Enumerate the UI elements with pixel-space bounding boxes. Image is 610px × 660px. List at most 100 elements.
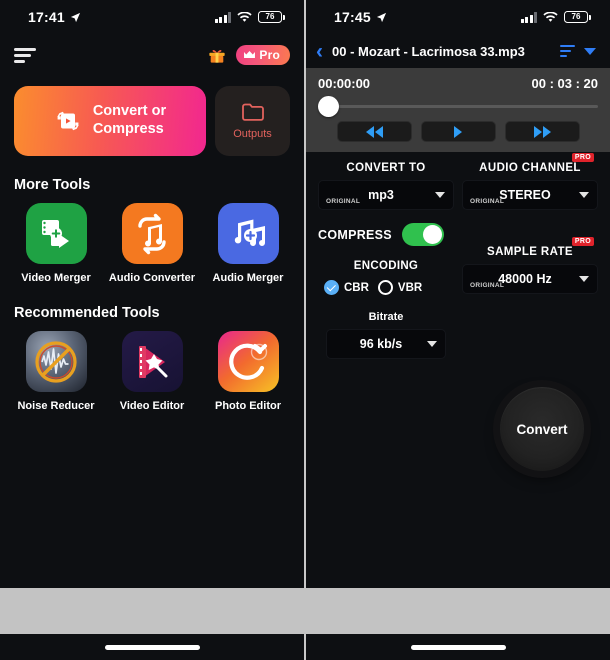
- audio-merger-tile: [217, 203, 279, 264]
- status-indicators-right: 76: [520, 11, 591, 23]
- home-indicator-right-wrap: [306, 634, 610, 660]
- encoding-option-vbr[interactable]: VBR: [377, 280, 423, 295]
- chevron-left-icon[interactable]: ‹: [316, 41, 323, 62]
- tool-audio-merger[interactable]: Audio Merger: [200, 203, 296, 284]
- pro-upgrade-button[interactable]: Pro: [236, 45, 290, 65]
- more-tools-heading: More Tools: [14, 177, 91, 193]
- photo-editor-tile: [217, 331, 279, 392]
- transport-controls: [318, 121, 598, 142]
- play-button[interactable]: [420, 121, 496, 142]
- noise-reducer-icon: [35, 340, 77, 383]
- player-times: 00:00:00 00 : 03 : 20: [318, 76, 598, 91]
- settings-right-column: AUDIO CHANNEL PRO ORIGINAL STEREO SAMPLE…: [454, 153, 598, 359]
- wifi-icon: [237, 11, 252, 22]
- file-name-label: 00 - Mozart - Lacrimosa 33.mp3: [332, 43, 525, 59]
- pro-label: Pro: [259, 48, 280, 62]
- sort-lines-icon[interactable]: [560, 44, 575, 58]
- seek-handle[interactable]: [318, 95, 339, 117]
- compress-toggle[interactable]: [401, 223, 444, 246]
- convert-or-compress-button[interactable]: Convert or Compress: [14, 86, 206, 156]
- video-merger-tile: [25, 203, 87, 264]
- status-bar-left: 17:41 76: [0, 0, 304, 34]
- pro-badge: PRO: [571, 153, 594, 162]
- bitrate-value: 96 kb/s: [359, 337, 403, 351]
- convert-to-select[interactable]: ORIGINAL mp3: [318, 180, 454, 210]
- home-indicator-left[interactable]: [104, 644, 200, 650]
- status-time-right: 17:45: [334, 9, 387, 25]
- total-time-label: 00 : 03 : 20: [531, 76, 599, 91]
- audio-channel-select[interactable]: ORIGINAL STEREO: [462, 180, 598, 210]
- noise-reducer-tile: [25, 331, 87, 392]
- encoding-vbr-label: VBR: [397, 281, 423, 294]
- home-indicator-strip: [0, 634, 610, 660]
- encoding-radio-group: CBR VBR: [318, 280, 454, 295]
- tool-label: Noise Reducer: [17, 400, 95, 412]
- battery-level-label: 76: [265, 12, 275, 21]
- conversion-settings-panel: CONVERT TO ORIGINAL mp3 COMPRESS ENCODIN…: [306, 152, 610, 359]
- hero-actions-row: Convert or Compress Outputs: [0, 76, 304, 156]
- top-nav-actions: Pro: [208, 45, 290, 65]
- cellular-signal-icon: [214, 11, 231, 23]
- tool-audio-converter[interactable]: Audio Converter: [104, 203, 200, 284]
- convert-button-label: Convert: [516, 421, 568, 437]
- outputs-button[interactable]: Outputs: [215, 86, 290, 156]
- rewind-button[interactable]: [336, 121, 412, 142]
- bitrate-select[interactable]: 96 kb/s: [326, 329, 446, 359]
- tool-label: Video Merger: [21, 272, 91, 284]
- status-time-left: 17:41: [28, 9, 81, 25]
- tool-label: Photo Editor: [215, 400, 281, 412]
- tool-video-merger[interactable]: Video Merger: [8, 203, 104, 284]
- left-phone-screen: 17:41 76 Pro Convert or Compress Outputs…: [0, 0, 304, 660]
- recommended-tools-grid: Noise Reducer Video Editor Photo Editor: [0, 331, 304, 412]
- battery-indicator-right: 76: [564, 11, 591, 23]
- chevron-down-icon[interactable]: [584, 47, 596, 55]
- sample-rate-original-badge: ORIGINAL: [470, 282, 505, 289]
- video-editor-tile: [121, 331, 183, 392]
- tool-label: Audio Converter: [108, 272, 196, 284]
- chevron-down-icon: [435, 192, 445, 198]
- radio-selected-icon: [324, 280, 339, 295]
- convert-button[interactable]: Convert: [500, 387, 584, 471]
- fast-forward-button[interactable]: [504, 121, 580, 142]
- settings-left-column: CONVERT TO ORIGINAL mp3 COMPRESS ENCODIN…: [318, 162, 454, 359]
- file-title-bar: ‹ 00 - Mozart - Lacrimosa 33.mp3: [306, 34, 610, 68]
- tool-noise-reducer[interactable]: Noise Reducer: [8, 331, 104, 412]
- bitrate-label: Bitrate: [368, 311, 404, 323]
- status-indicators-left: 76: [214, 11, 285, 23]
- encoding-cbr-label: CBR: [344, 281, 369, 294]
- folder-icon: [241, 103, 264, 121]
- chevron-down-icon: [427, 341, 437, 347]
- home-indicator-right[interactable]: [410, 644, 506, 650]
- fast-forward-icon: [533, 125, 542, 138]
- play-icon: [454, 125, 462, 138]
- outputs-label: Outputs: [233, 128, 272, 140]
- tool-video-editor[interactable]: Video Editor: [104, 331, 200, 412]
- bitrate-field: Bitrate 96 kb/s: [318, 311, 454, 359]
- battery-indicator-left: 76: [258, 11, 285, 23]
- compress-label: COMPRESS: [318, 227, 392, 242]
- tool-photo-editor[interactable]: Photo Editor: [200, 331, 296, 412]
- status-time-label: 17:41: [28, 9, 65, 25]
- convert-to-original-badge: ORIGINAL: [326, 198, 361, 205]
- hamburger-menu-icon[interactable]: [14, 44, 36, 67]
- dual-phone-screenshot: 17:41 76 Pro Convert or Compress Outputs…: [0, 0, 610, 660]
- video-merger-icon: [42, 219, 69, 248]
- audio-player: 00:00:00 00 : 03 : 20: [306, 68, 610, 152]
- audio-converter-tile: [121, 203, 183, 264]
- sample-rate-label-text: SAMPLE RATE: [487, 246, 573, 258]
- seek-track: [332, 104, 598, 108]
- audio-converter-icon: [138, 213, 166, 254]
- gift-icon[interactable]: [208, 46, 226, 64]
- rewind-icon-2: [374, 125, 383, 138]
- location-arrow-icon: [70, 12, 80, 22]
- right-phone-screen: 17:45 76 ‹ 00 - Mozart - Lacrimosa 33.mp…: [306, 0, 610, 660]
- encoding-option-cbr[interactable]: CBR: [324, 280, 369, 295]
- cellular-signal-icon: [520, 11, 537, 23]
- sample-rate-select[interactable]: ORIGINAL 48000 Hz: [462, 264, 598, 294]
- convert-card-line1: Convert or: [92, 103, 167, 120]
- rewind-icon: [365, 125, 374, 138]
- seek-bar[interactable]: [318, 94, 598, 118]
- current-time-label: 00:00:00: [318, 76, 371, 91]
- sample-rate-label: SAMPLE RATE PRO: [462, 237, 598, 258]
- status-bar-right: 17:45 76: [306, 0, 610, 34]
